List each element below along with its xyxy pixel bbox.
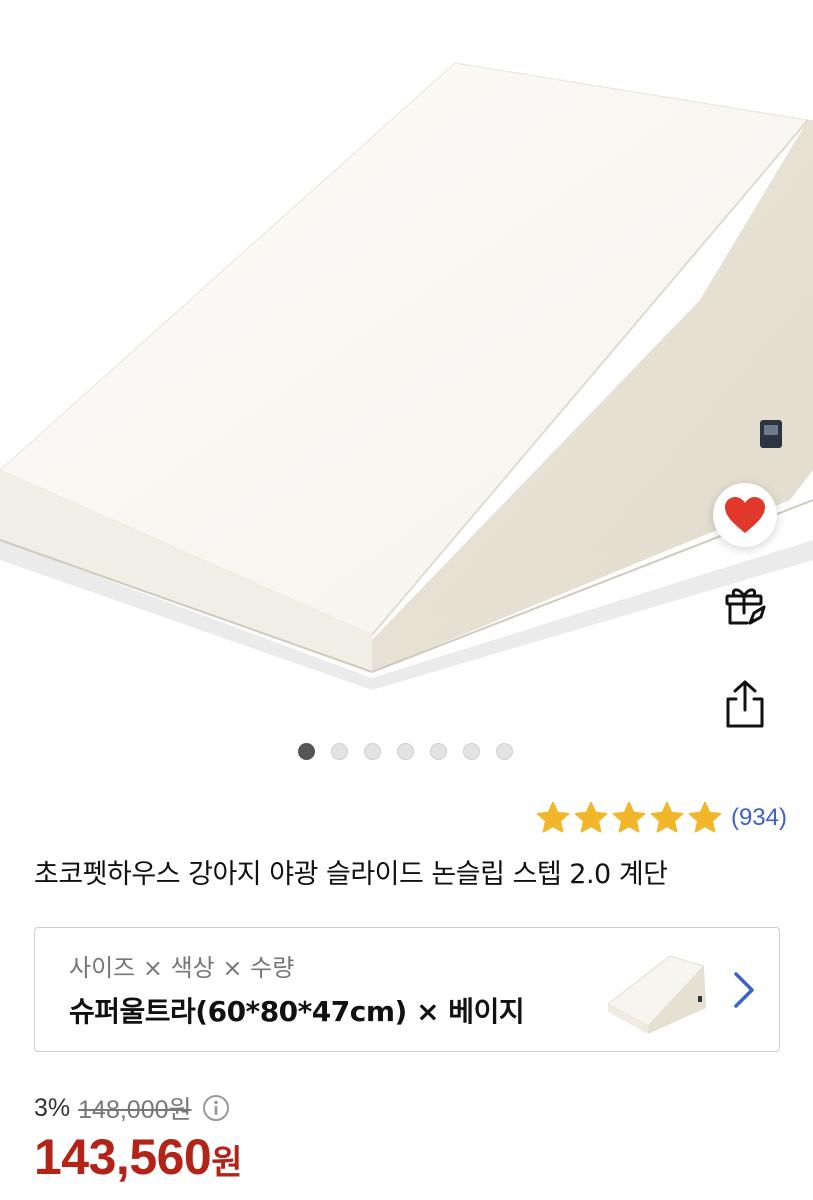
option-labels: 사이즈 × 색상 × 수량: [69, 954, 295, 982]
review-count-link[interactable]: (934): [731, 804, 787, 832]
share-button[interactable]: [721, 678, 769, 730]
star-icon: [536, 801, 570, 833]
sale-price-unit: 원: [211, 1143, 243, 1183]
product-title: 초코펫하우스 강아지 야광 슬라이드 논슬립 스텝 2.0 계단: [34, 859, 668, 890]
sale-price: 143,560원: [34, 1128, 243, 1186]
sale-price-number: 143,560: [34, 1129, 212, 1185]
gift-button[interactable]: [721, 581, 769, 629]
product-image: [0, 62, 813, 690]
carousel-dot[interactable]: [331, 743, 348, 760]
carousel-dot[interactable]: [463, 743, 480, 760]
original-price: 148,000원: [78, 1096, 192, 1124]
star-icon: [688, 801, 722, 833]
star-icon: [612, 801, 646, 833]
gift-rocket-icon: [725, 588, 766, 625]
carousel-dot[interactable]: [430, 743, 447, 760]
carousel-dot[interactable]: [496, 743, 513, 760]
selected-option: 슈퍼울트라(60*80*47cm) × 베이지: [69, 995, 525, 1028]
chevron-right-icon: [734, 972, 754, 1008]
carousel-dot[interactable]: [397, 743, 414, 760]
carousel-dot[interactable]: [298, 743, 315, 760]
share-icon: [726, 680, 764, 728]
product-image-gallery[interactable]: [0, 0, 813, 790]
star-rating: [535, 800, 723, 836]
option-thumbnail: [608, 955, 706, 1034]
option-selector[interactable]: 사이즈 × 색상 × 수량 슈퍼울트라(60*80*47cm) × 베이지: [34, 927, 780, 1052]
price-detail: 3% 148,000원: [34, 1090, 230, 1126]
rating-summary[interactable]: (934): [535, 800, 787, 836]
star-icon: [574, 801, 608, 833]
wishlist-button[interactable]: [713, 483, 777, 547]
heart-icon: [725, 497, 765, 533]
discount-rate: 3%: [34, 1093, 71, 1122]
carousel-indicator: [298, 743, 513, 760]
info-icon[interactable]: [202, 1094, 230, 1122]
star-icon: [650, 801, 684, 833]
carousel-dot[interactable]: [364, 743, 381, 760]
